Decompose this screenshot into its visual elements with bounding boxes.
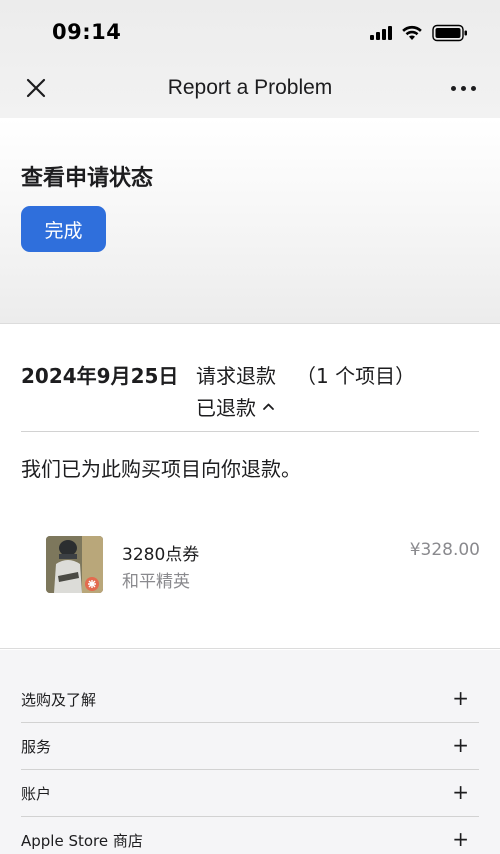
status-time: 09:14	[52, 20, 122, 44]
refund-message: 我们已为此购买项目向你退款。	[21, 457, 301, 481]
plus-icon: +	[452, 780, 469, 804]
item-app-name: 和平精英	[122, 572, 190, 592]
status-icons	[370, 24, 468, 42]
done-button[interactable]: 完成	[21, 206, 106, 252]
footer-row-label: Apple Store 商店	[21, 832, 143, 851]
screen: 09:14 Report a Problem 查看申请状态 完成 2024年9月…	[0, 0, 500, 854]
order-type: 请求退款	[196, 364, 276, 388]
nav-bar: Report a Problem	[0, 62, 500, 114]
footer-row-shop-and-learn[interactable]: 选购及了解 +	[21, 676, 479, 723]
purchase-item: 3280点券 和平精英 ¥328.00	[46, 536, 480, 594]
footer-row-label: 账户	[21, 785, 52, 804]
header-area: 09:14 Report a Problem	[0, 0, 500, 118]
page-title: Report a Problem	[167, 76, 333, 99]
order-card: 2024年9月25日 请求退款 （1 个项目） 已退款 我们已为此购买项目向你退…	[0, 325, 500, 649]
footer-accordion: 选购及了解 + 服务 + 账户 + Apple Store 商店 +	[0, 650, 500, 854]
order-item-count: （1 个项目）	[296, 364, 416, 388]
item-price: ¥328.00	[409, 540, 480, 560]
footer-row-apple-store[interactable]: Apple Store 商店 +	[21, 817, 479, 854]
game-thumbnail-icon	[46, 536, 103, 593]
plus-icon: +	[452, 686, 469, 710]
plus-icon: +	[452, 733, 469, 757]
request-status-heading: 查看申请状态	[21, 166, 154, 191]
request-status-section: 查看申请状态 完成	[0, 118, 500, 324]
order-status-label: 已退款	[196, 396, 256, 420]
footer-row-services[interactable]: 服务 +	[21, 723, 479, 770]
footer-row-label: 选购及了解	[21, 691, 97, 710]
order-status-toggle[interactable]: 已退款	[196, 392, 275, 421]
signal-icon	[370, 26, 392, 40]
battery-icon	[432, 24, 468, 42]
footer-row-account[interactable]: 账户 +	[21, 770, 479, 817]
chevron-up-icon	[262, 400, 275, 413]
plus-icon: +	[452, 827, 469, 851]
more-icon[interactable]	[451, 86, 476, 91]
footer-row-label: 服务	[21, 738, 52, 757]
item-name: 3280点券	[122, 545, 200, 565]
wifi-icon	[401, 25, 423, 41]
divider	[21, 431, 479, 432]
order-date: 2024年9月25日	[21, 364, 179, 388]
